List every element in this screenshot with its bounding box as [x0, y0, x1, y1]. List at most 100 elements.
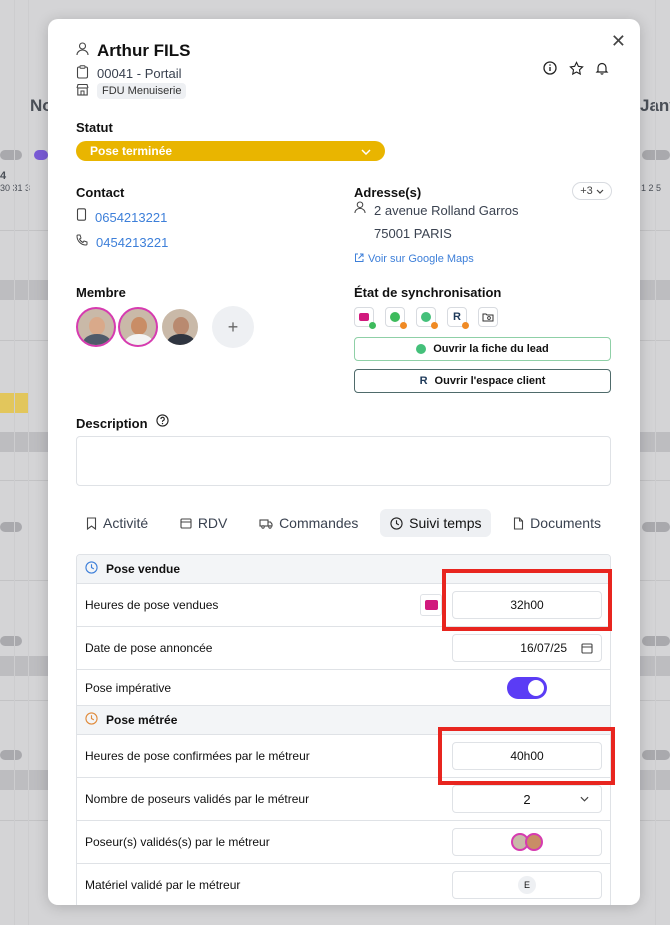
client-name: Arthur FILS [97, 41, 191, 60]
phone-icon [76, 233, 88, 251]
members-avatars: + [76, 306, 254, 348]
poseurs-count-value: 2 [523, 791, 531, 807]
section-title: Pose vendue [106, 562, 181, 576]
open-lead-button[interactable]: Ouvrir la fiche du lead [354, 337, 611, 361]
days-left: 30 31 3 [0, 183, 31, 193]
contact-label: Contact [76, 185, 125, 200]
date-value: 16/07/25 [520, 641, 567, 655]
materiel-select[interactable]: E [452, 871, 602, 899]
tab-rdv[interactable]: RDV [170, 509, 238, 537]
user-icon [76, 41, 89, 61]
row-label: Poseur(s) validés(s) par le métreur [85, 835, 270, 849]
days-right: 1 2 5 [641, 183, 662, 193]
address-label: Adresse(s) [354, 185, 422, 200]
header-actions [542, 60, 610, 76]
company-row: FDU Menuiserie [76, 83, 187, 99]
open-lead-label: Ouvrir la fiche du lead [433, 343, 549, 355]
highlight-hours-sold [442, 569, 612, 631]
poseurs-select[interactable] [452, 828, 602, 856]
description-label: Description [76, 415, 148, 431]
contact-phone-link[interactable]: 0454213221 [96, 235, 168, 250]
bell-icon[interactable] [594, 60, 610, 76]
user-icon [354, 201, 366, 219]
plus-icon: + [227, 316, 239, 337]
info-icon[interactable] [542, 60, 558, 76]
tab-label: Activité [103, 515, 149, 531]
star-icon[interactable] [568, 60, 584, 76]
address-city: 75001 PARIS [374, 226, 452, 241]
close-icon[interactable]: ✕ [611, 31, 626, 52]
address-street-row: 2 avenue Rolland Garros [354, 201, 519, 219]
project-ref: 00041 - Portail [97, 66, 182, 81]
crm-pink-icon [420, 594, 442, 616]
tab-activite[interactable]: Activité [76, 509, 158, 537]
google-maps-link[interactable]: Voir sur Google Maps [368, 253, 474, 265]
table-row: Pose impérative [77, 670, 610, 706]
sync-icons: R [354, 307, 498, 329]
sync-label: État de synchronisation [354, 285, 502, 300]
poseurs-count-select[interactable]: 2 [452, 785, 602, 813]
external-link-icon [354, 250, 364, 268]
tab-label: RDV [197, 515, 228, 531]
title-row: Arthur FILS [76, 41, 191, 61]
maps-link-row[interactable]: Voir sur Google Maps [354, 250, 474, 268]
address-city-row: 75001 PARIS [374, 226, 452, 241]
tab-documents[interactable]: Documents [503, 509, 611, 537]
company-tag: FDU Menuiserie [97, 83, 187, 99]
chevron-down-icon [361, 144, 371, 158]
folder-search-icon[interactable] [478, 307, 498, 327]
avatar[interactable] [118, 307, 158, 347]
table-row: Poseur(s) validés(s) par le métreur [77, 821, 610, 864]
description-header: Description [76, 414, 169, 432]
clipboard-icon [76, 65, 89, 82]
status-value: Pose terminée [90, 144, 173, 158]
lead-green-icon [416, 344, 427, 354]
tab-suivi-temps[interactable]: Suivi temps [380, 509, 492, 537]
row-label: Pose impérative [85, 680, 172, 695]
add-member-button[interactable]: + [212, 306, 254, 348]
status-label: Statut [76, 120, 113, 135]
clock-ruler-icon [85, 712, 98, 728]
calendar-icon [581, 643, 593, 654]
announced-date-input[interactable]: 16/07/25 [452, 634, 602, 662]
tabs: Activité RDV Commandes Suivi temps Docum… [76, 508, 611, 538]
bookmark-icon [86, 516, 97, 530]
row-label: Date de pose annoncée [85, 641, 213, 655]
avatar[interactable] [160, 307, 200, 347]
description-textarea[interactable] [76, 436, 611, 486]
lead-green-icon[interactable] [416, 307, 438, 329]
more-addresses-button[interactable]: +3 [572, 182, 612, 200]
table-row: Matériel validé par le métreur E [77, 864, 610, 905]
tab-label: Commandes [279, 515, 359, 531]
contact-phone-row: 0454213221 [76, 233, 168, 251]
row-label: Heures de pose vendues [85, 598, 219, 612]
r-logo-icon: R [419, 375, 428, 387]
imperative-toggle[interactable] [507, 676, 547, 699]
status-select[interactable]: Pose terminée [76, 141, 385, 161]
open-client-space-button[interactable]: R Ouvrir l'espace client [354, 369, 611, 393]
crm-pink-icon[interactable] [354, 307, 376, 329]
more-addresses-count: +3 [580, 185, 593, 197]
project-modal: ✕ Arthur FILS 00041 - Portail FDU Menuis… [48, 19, 640, 905]
help-icon[interactable] [155, 414, 169, 432]
open-client-label: Ouvrir l'espace client [434, 375, 546, 387]
row-label: Heures de pose confirmées par le métreur [85, 749, 310, 763]
clock-icon [390, 516, 403, 530]
row-label: Matériel validé par le métreur [85, 878, 241, 892]
r-logo-icon[interactable]: R [447, 307, 469, 329]
section-title: Pose métrée [106, 713, 178, 727]
tab-label: Suivi temps [409, 515, 482, 531]
row-label: Nombre de poseurs validés par le métreur [85, 792, 310, 806]
members-label: Membre [76, 285, 126, 300]
chat-green-icon[interactable] [385, 307, 407, 329]
mobile-icon [76, 208, 87, 226]
contact-mobile-row: 0654213221 [76, 208, 167, 226]
calendar-icon [180, 518, 192, 529]
project-row: 00041 - Portail [76, 65, 182, 82]
clock-check-icon [85, 561, 98, 577]
avatar[interactable] [76, 307, 116, 347]
tab-commandes[interactable]: Commandes [249, 509, 368, 537]
highlight-confirmed-hours [438, 727, 615, 785]
contact-mobile-link[interactable]: 0654213221 [95, 210, 167, 225]
table-row: Date de pose annoncée 16/07/25 [77, 627, 610, 670]
